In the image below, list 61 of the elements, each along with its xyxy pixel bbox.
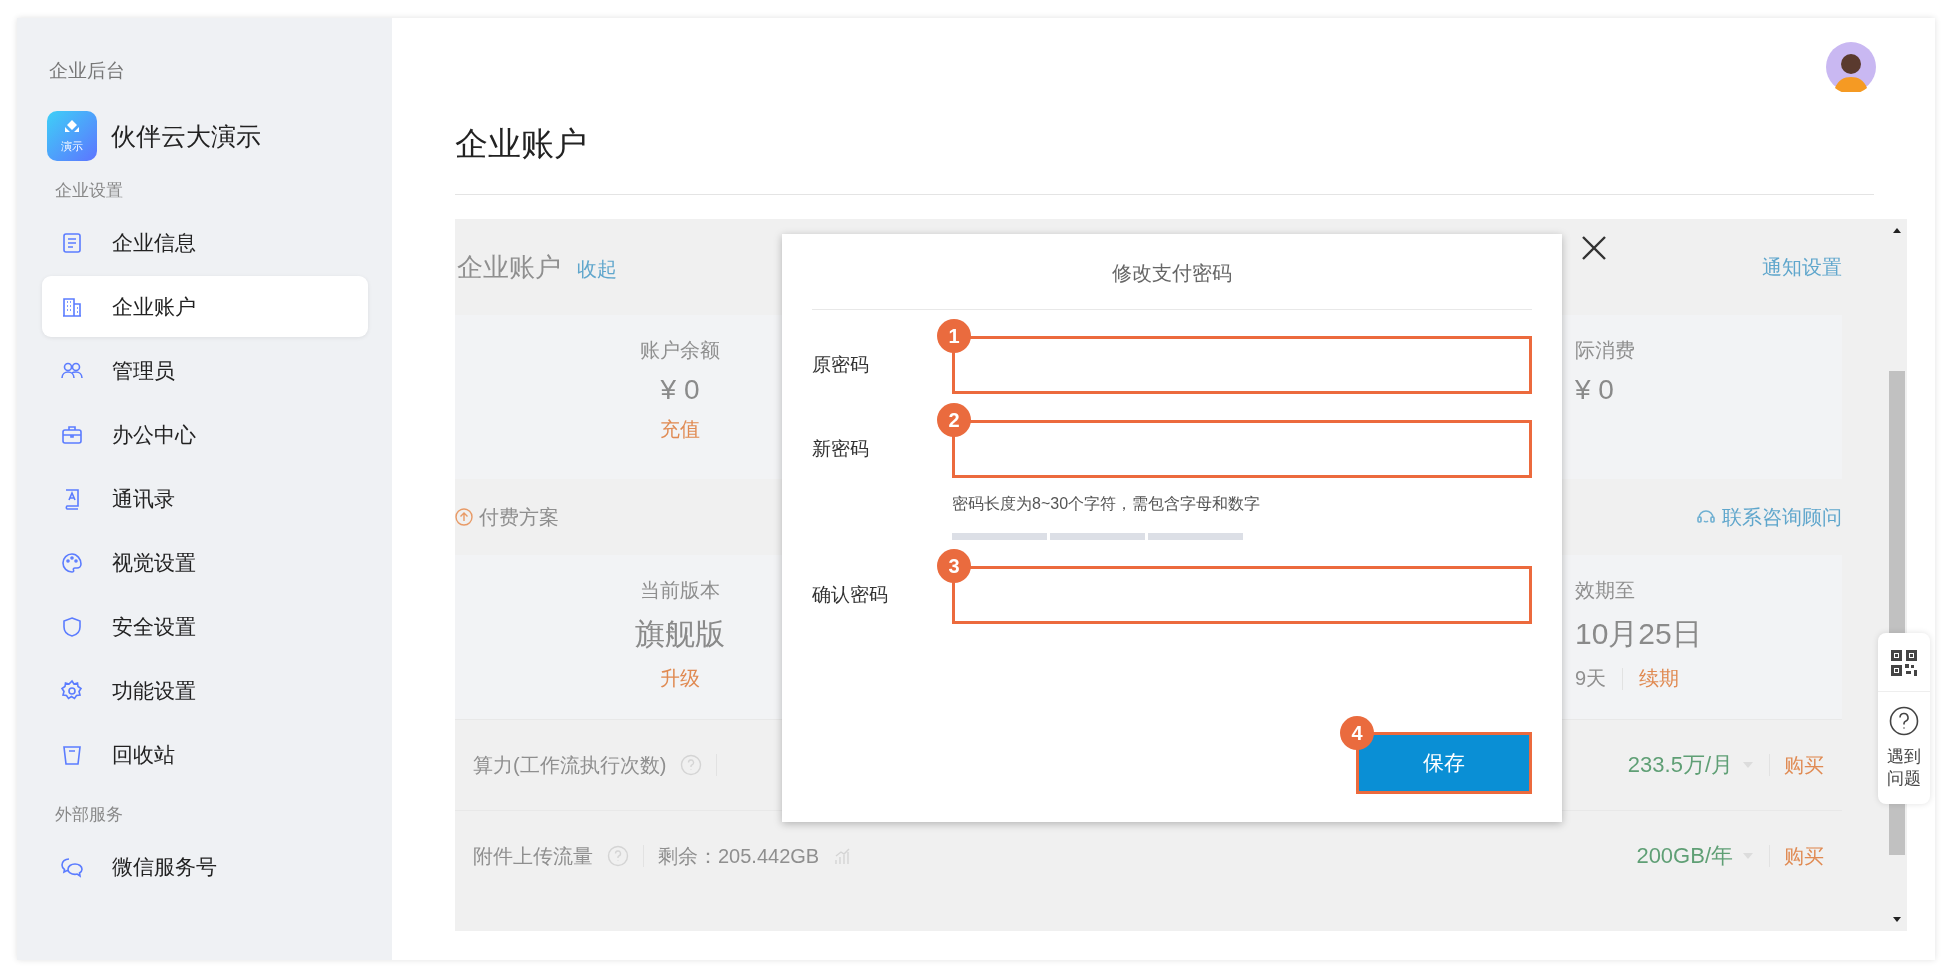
qr-code-icon[interactable] xyxy=(1890,649,1918,677)
palette-icon xyxy=(60,550,84,575)
nav-item[interactable]: 通讯录 xyxy=(42,468,368,529)
notification-settings-link[interactable]: 通知设置 xyxy=(1762,253,1842,281)
step-badge: 2 xyxy=(937,403,971,437)
plan-select[interactable]: 233.5万/月 xyxy=(1627,750,1755,780)
page-title: 企业账户 xyxy=(455,124,588,164)
recharge-link[interactable]: 充值 xyxy=(660,416,700,443)
nav-item[interactable]: 回收站 xyxy=(42,724,368,785)
chart-icon xyxy=(833,847,852,865)
workspace-name: 伙伴云大演示 xyxy=(111,120,261,152)
stat-value: 旗舰版 xyxy=(635,616,725,652)
close-icon[interactable] xyxy=(1581,235,1607,261)
stat-label: 际消费 xyxy=(1575,338,1635,363)
app-logo: 演示 xyxy=(47,111,97,161)
nav-item[interactable]: 微信服务号 xyxy=(42,836,368,897)
step-badge: 4 xyxy=(1340,716,1374,750)
field-label: 新密码 xyxy=(812,437,870,461)
help-icon[interactable] xyxy=(1889,706,1919,736)
nav-item[interactable]: 视觉设置 xyxy=(42,532,368,593)
upgrade-link[interactable]: 升级 xyxy=(660,665,700,692)
stat-label: 账户余额 xyxy=(640,338,720,363)
renew-link[interactable]: 续期 xyxy=(1639,665,1680,692)
step-badge: 3 xyxy=(937,549,971,583)
section-title: 外部服务 xyxy=(55,804,124,826)
document-icon xyxy=(60,230,84,255)
user-avatar[interactable] xyxy=(1826,42,1876,92)
days-remaining: 9天 xyxy=(1575,666,1607,691)
plan-select[interactable]: 200GB/年 xyxy=(1636,841,1755,871)
scroll-down-icon[interactable] xyxy=(1892,917,1902,923)
shield-icon xyxy=(60,614,84,639)
sidebar-header: 企业后台 xyxy=(49,59,126,83)
buy-link[interactable]: 购买 xyxy=(1784,842,1824,870)
consult-link[interactable]: 联系咨询顾问 xyxy=(1696,503,1842,531)
nav-item[interactable]: 功能设置 xyxy=(42,660,368,721)
nav-item[interactable]: 安全设置 xyxy=(42,596,368,657)
quota-label: 附件上传流量 xyxy=(473,843,593,869)
scroll-up-icon[interactable] xyxy=(1892,227,1902,233)
nav-item[interactable]: 企业信息 xyxy=(42,212,368,273)
quota-remaining: 剩余：205.442GB xyxy=(658,843,820,869)
collapse-link[interactable]: 收起 xyxy=(577,255,617,283)
stat-value: 10月25日 xyxy=(1575,616,1702,652)
nav-item[interactable]: 办公中心 xyxy=(42,404,368,465)
section-title: 企业设置 xyxy=(55,180,124,202)
stat-value: ¥ 0 xyxy=(660,374,700,406)
quota-label: 算力(工作流执行次数) xyxy=(473,752,667,778)
buy-link[interactable]: 购买 xyxy=(1784,751,1824,779)
dialog-title: 修改支付密码 xyxy=(1111,261,1233,286)
stat-label: 效期至 xyxy=(1575,578,1635,603)
stat-label: 当前版本 xyxy=(640,578,720,603)
nav-item[interactable]: 管理员 xyxy=(42,340,368,401)
field-label: 原密码 xyxy=(812,353,870,377)
step-badge: 1 xyxy=(937,319,971,353)
upload-icon xyxy=(455,508,473,526)
field-label: 确认密码 xyxy=(812,583,889,607)
help-label[interactable]: 遇到问题 xyxy=(1887,746,1921,791)
nav-item[interactable]: 企业账户 xyxy=(42,276,368,337)
panel-title: 企业账户 xyxy=(457,250,561,284)
password-hint: 密码长度为8~30个字符，需包含字母和数字 xyxy=(952,494,1262,514)
stat-value: ¥ 0 xyxy=(1575,374,1614,406)
plan-link[interactable]: 付费方案 xyxy=(455,503,559,531)
